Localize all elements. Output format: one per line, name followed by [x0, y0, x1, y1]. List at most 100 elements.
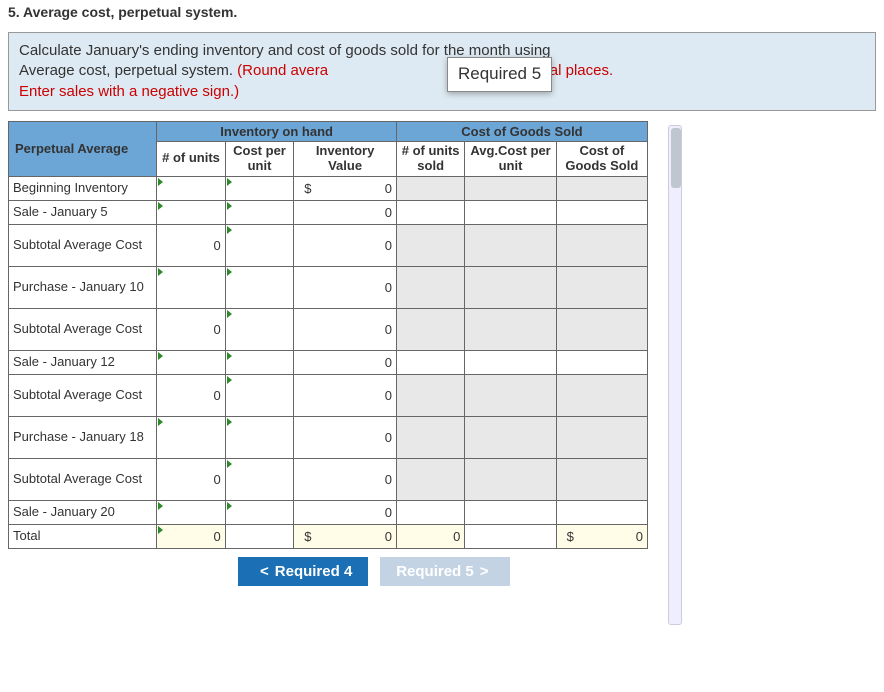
inventory-table: Perpetual Average Inventory on hand Cost… [8, 121, 648, 549]
units-input[interactable] [157, 416, 225, 458]
tooltip-popover: Required 5 [447, 57, 552, 92]
units-input[interactable] [157, 266, 225, 308]
units-cell: 0 [157, 308, 225, 350]
header-avg-cost: Avg.Cost per unit [465, 141, 556, 176]
header-inventory-on-hand: Inventory on hand [157, 121, 397, 141]
row-label: Beginning Inventory [9, 176, 157, 200]
units-cell: 0 [157, 224, 225, 266]
chevron-left-icon: < [260, 563, 269, 580]
instruction-box: Calculate January's ending inventory and… [8, 32, 876, 111]
row-label: Subtotal Average Cost [9, 458, 157, 500]
inventory-value-cell: 0 [294, 416, 397, 458]
chevron-right-icon: > [480, 563, 489, 580]
table-row: Subtotal Average Cost 0 0 [9, 224, 648, 266]
dropdown-icon[interactable] [158, 352, 163, 360]
units-sold-cell [396, 374, 464, 416]
dropdown-icon[interactable] [227, 502, 232, 510]
table-row: Sale - January 5 0 [9, 200, 648, 224]
units-sold-input[interactable] [396, 500, 464, 524]
avg-cost-input[interactable] [465, 350, 556, 374]
cpu-cell [225, 524, 293, 548]
dropdown-icon[interactable] [158, 268, 163, 276]
cpu-input[interactable] [225, 500, 293, 524]
dropdown-icon[interactable] [227, 202, 232, 210]
cpu-input[interactable] [225, 200, 293, 224]
table-row: Subtotal Average Cost 0 0 [9, 374, 648, 416]
inventory-value-cell: 0 [294, 374, 397, 416]
table-row: Sale - January 12 0 [9, 350, 648, 374]
units-sold-input[interactable] [396, 200, 464, 224]
next-button[interactable]: Required 5> [380, 557, 510, 586]
header-cost-goods-sold: Cost of Goods Sold [556, 141, 647, 176]
dropdown-icon[interactable] [227, 460, 232, 468]
inventory-value-cell: 0 [294, 500, 397, 524]
cpu-input[interactable] [225, 266, 293, 308]
units-sold-input[interactable] [396, 350, 464, 374]
dropdown-icon[interactable] [227, 178, 232, 186]
units-sold-cell [396, 416, 464, 458]
units-sold-cell [396, 176, 464, 200]
units-sold-cell [396, 308, 464, 350]
cpu-input[interactable] [225, 374, 293, 416]
units-input[interactable] [157, 176, 225, 200]
dropdown-icon[interactable] [227, 352, 232, 360]
cogs-cell [556, 308, 647, 350]
row-label: Subtotal Average Cost [9, 308, 157, 350]
avg-cost-input[interactable] [465, 200, 556, 224]
row-label: Total [9, 524, 157, 548]
units-input[interactable] [157, 500, 225, 524]
page-title: 5. Average cost, perpetual system. [0, 0, 884, 32]
dropdown-icon[interactable] [158, 202, 163, 210]
dropdown-icon[interactable] [227, 310, 232, 318]
currency-symbol: $ [567, 529, 574, 544]
row-label: Sale - January 5 [9, 200, 157, 224]
units-input[interactable] [157, 200, 225, 224]
inventory-value-cell: 0 [294, 308, 397, 350]
cogs-cell [556, 458, 647, 500]
cpu-input[interactable] [225, 458, 293, 500]
dropdown-icon[interactable] [158, 418, 163, 426]
prev-button[interactable]: <Required 4 [238, 557, 368, 586]
dropdown-icon[interactable] [158, 526, 163, 534]
dropdown-icon[interactable] [158, 502, 163, 510]
cpu-input[interactable] [225, 350, 293, 374]
units-sold-total: 0 [396, 524, 464, 548]
dropdown-icon[interactable] [158, 178, 163, 186]
cogs-input[interactable] [556, 200, 647, 224]
cogs-input[interactable] [556, 500, 647, 524]
cogs-cell [556, 266, 647, 308]
scrollbar-thumb[interactable] [671, 128, 681, 188]
cpu-input[interactable] [225, 308, 293, 350]
avg-cost-cell [465, 308, 556, 350]
currency-symbol: $ [304, 181, 311, 196]
dropdown-icon[interactable] [227, 268, 232, 276]
scrollbar-vertical[interactable] [668, 125, 682, 625]
cpu-input[interactable] [225, 176, 293, 200]
dropdown-icon[interactable] [227, 418, 232, 426]
units-cell: 0 [157, 458, 225, 500]
row-label: Subtotal Average Cost [9, 374, 157, 416]
dropdown-icon[interactable] [227, 226, 232, 234]
units-sold-cell [396, 458, 464, 500]
row-label: Purchase - January 10 [9, 266, 157, 308]
cpu-input[interactable] [225, 224, 293, 266]
avg-cost-cell [465, 458, 556, 500]
units-input[interactable] [157, 350, 225, 374]
cpu-input[interactable] [225, 416, 293, 458]
table-row: Purchase - January 10 0 [9, 266, 648, 308]
table-row-total: Total 0 $0 0 $0 [9, 524, 648, 548]
header-num-units-sold: # of units sold [396, 141, 464, 176]
inventory-value-cell: $0 [294, 176, 397, 200]
instruction-line3: Enter sales with a negative sign.) [19, 83, 239, 100]
avg-cost-cell [465, 266, 556, 308]
corner-header: Perpetual Average [9, 121, 157, 176]
table-row: Purchase - January 18 0 [9, 416, 648, 458]
dropdown-icon[interactable] [227, 376, 232, 384]
avg-cost-input[interactable] [465, 500, 556, 524]
cogs-input[interactable] [556, 350, 647, 374]
units-sold-cell [396, 266, 464, 308]
table-row: Sale - January 20 0 [9, 500, 648, 524]
row-label: Sale - January 12 [9, 350, 157, 374]
units-total: 0 [157, 524, 225, 548]
header-num-units: # of units [157, 141, 225, 176]
